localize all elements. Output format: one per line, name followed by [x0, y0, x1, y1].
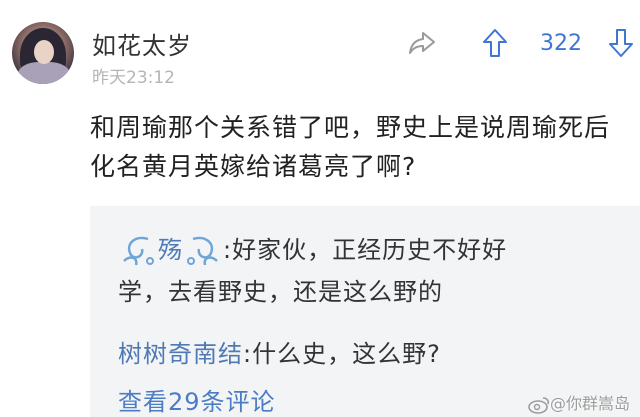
timestamp: 昨天23:12: [92, 68, 175, 88]
comment-preview[interactable]: 殇 :好家伙，正经历史不好好 学，去看野史，还是这么野的 树树奇南结:什么史，这…: [90, 206, 640, 417]
comment-1-line-1: 殇 :好家伙，正经历史不好好: [118, 230, 507, 271]
post-body: 和周瑜那个关系错了吧，野史上是说周瑜死后化名黄月英嫁给诸葛亮了啊?: [90, 113, 611, 181]
weibo-icon: [528, 396, 550, 414]
swirl-decoration-icon: [123, 236, 154, 266]
comment-2-text: 什么史，这么野?: [252, 340, 441, 368]
comment-2-separator: :: [243, 340, 253, 368]
comment-1-author[interactable]: 殇: [158, 236, 183, 264]
share-icon[interactable]: [407, 30, 437, 56]
comment-2-author[interactable]: 树树奇南结: [118, 340, 243, 368]
watermark: @你群嵩岛: [528, 390, 630, 414]
avatar-robe: [18, 62, 70, 84]
comment-2: 树树奇南结:什么史，这么野?: [118, 334, 441, 369]
downvote-icon[interactable]: [608, 28, 634, 58]
comment-1-text-line-1: 好家伙，正经历史不好好: [232, 236, 508, 264]
comment-1-separator: :: [223, 236, 233, 264]
comment-1-text-line-2: 学，去看野史，还是这么野的: [118, 278, 443, 306]
vote-count: 322: [540, 31, 582, 56]
avatar-face: [34, 40, 54, 64]
swirl-decoration-icon: [187, 236, 218, 266]
username[interactable]: 如花太岁: [92, 26, 192, 61]
watermark-text: @你群嵩岛: [550, 394, 631, 413]
avatar[interactable]: [12, 22, 74, 84]
view-more-comments-link[interactable]: 查看29条评论: [118, 382, 276, 417]
upvote-icon[interactable]: [482, 28, 508, 58]
